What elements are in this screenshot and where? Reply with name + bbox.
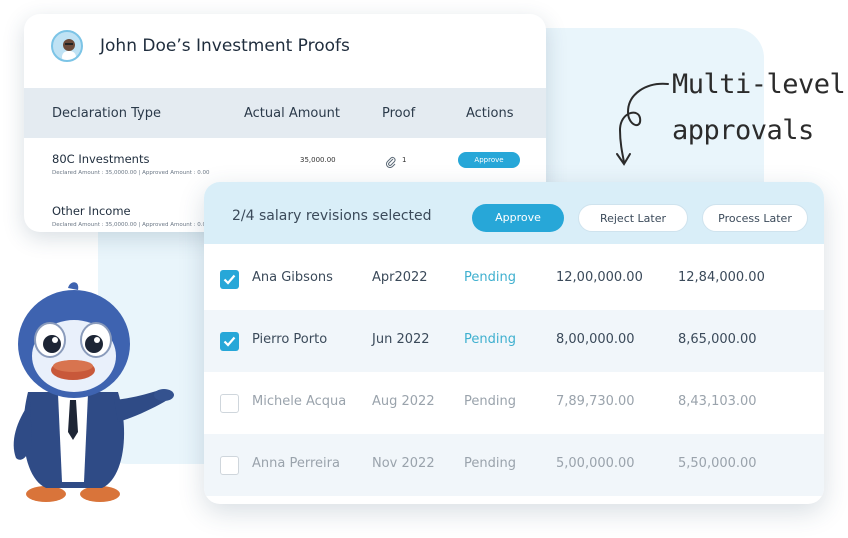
current-salary: 7,89,730.00: [556, 394, 635, 409]
check-icon: [223, 336, 236, 347]
col-declaration-type: Declaration Type: [52, 106, 161, 121]
table-row[interactable]: Michele Acqua Aug 2022 Pending 7,89,730.…: [204, 372, 824, 434]
proof-count: 1: [402, 156, 407, 164]
revised-salary: 8,43,103.00: [678, 394, 757, 409]
proofs-title-row: John Doe’s Investment Proofs: [24, 14, 546, 88]
table-row[interactable]: Pierro Porto Jun 2022 Pending 8,00,000.0…: [204, 310, 824, 372]
revision-date: Nov 2022: [372, 456, 435, 471]
col-actual-amount: Actual Amount: [244, 106, 340, 121]
multi-level-approvals-annotation: Multi-level approvals: [672, 62, 846, 154]
approve-button[interactable]: Approve: [458, 152, 520, 168]
current-salary: 5,00,000.00: [556, 456, 635, 471]
revision-date: Apr2022: [372, 270, 428, 285]
revised-salary: 8,65,000.00: [678, 332, 757, 347]
proofs-title: John Doe’s Investment Proofs: [100, 36, 350, 56]
paperclip-icon[interactable]: [385, 153, 397, 169]
reject-later-button[interactable]: Reject Later: [578, 204, 688, 232]
avatar: [51, 30, 83, 62]
table-row[interactable]: Ana Gibsons Apr2022 Pending 12,00,000.00…: [204, 248, 824, 310]
revision-date: Aug 2022: [372, 394, 435, 409]
penguin-mascot: [13, 282, 174, 502]
row-checkbox[interactable]: [220, 270, 239, 289]
status-text: Pending: [464, 270, 516, 285]
row-checkbox[interactable]: [220, 394, 239, 413]
status-text: Pending: [464, 456, 516, 471]
selection-count: 2/4 salary revisions selected: [232, 208, 432, 224]
col-actions: Actions: [466, 106, 514, 121]
declaration-name: Other Income: [52, 204, 131, 218]
employee-name: Pierro Porto: [252, 332, 328, 347]
revision-date: Jun 2022: [372, 332, 430, 347]
curly-arrow: [616, 82, 669, 166]
annotation-line-2: approvals: [672, 115, 814, 146]
actual-amount: 35,000.00: [300, 156, 336, 164]
row-checkbox[interactable]: [220, 456, 239, 475]
col-proof: Proof: [382, 106, 416, 121]
current-salary: 8,00,000.00: [556, 332, 635, 347]
employee-name: Michele Acqua: [252, 394, 347, 409]
salary-revisions-card: 2/4 salary revisions selected Approve Re…: [204, 182, 824, 504]
employee-name: Anna Perreira: [252, 456, 340, 471]
check-icon: [223, 274, 236, 285]
proofs-table-header: Declaration Type Actual Amount Proof Act…: [24, 88, 546, 138]
row-checkbox[interactable]: [220, 332, 239, 351]
process-later-button[interactable]: Process Later: [702, 204, 808, 232]
status-text: Pending: [464, 332, 516, 347]
status-text: Pending: [464, 394, 516, 409]
revised-salary: 12,84,000.00: [678, 270, 765, 285]
declaration-amounts: Declared Amount : 35,0000.00 | Approved …: [52, 222, 210, 228]
approve-button[interactable]: Approve: [472, 204, 564, 232]
current-salary: 12,00,000.00: [556, 270, 643, 285]
table-row[interactable]: Anna Perreira Nov 2022 Pending 5,00,000.…: [204, 434, 824, 496]
declaration-name: 80C Investments: [52, 152, 150, 166]
declaration-amounts: Declared Amount : 35,0000.00 | Approved …: [52, 170, 210, 176]
revisions-header: 2/4 salary revisions selected Approve Re…: [204, 182, 824, 244]
employee-name: Ana Gibsons: [252, 270, 333, 285]
revised-salary: 5,50,000.00: [678, 456, 757, 471]
annotation-line-1: Multi-level: [672, 69, 846, 100]
